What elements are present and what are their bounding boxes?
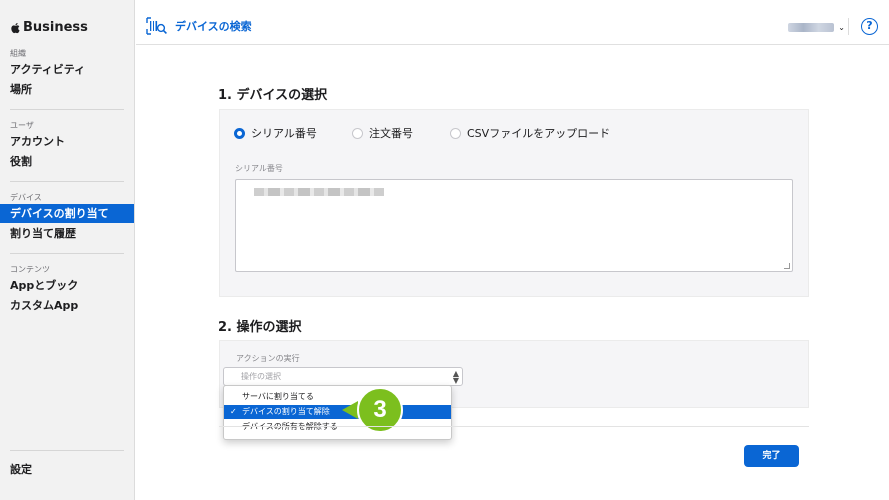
action-dropdown-menu: サーバに割り当てる ✓ デバイスの割り当て解除 デバイスの所有を解除する — [223, 385, 452, 440]
section-label-content: コンテンツ — [10, 265, 50, 274]
radio-csv-upload[interactable]: CSVファイルをアップロード — [450, 125, 610, 141]
sidebar-divider — [10, 253, 124, 254]
select-arrows-icon: ▲ ▼ — [452, 369, 459, 385]
barcode-search-icon — [146, 17, 167, 35]
device-search-link[interactable]: デバイスの検索 — [146, 17, 252, 35]
action-select[interactable]: 操作の選択 ▲ ▼ — [223, 367, 463, 386]
option-unassign-device[interactable]: ✓ デバイスの割り当て解除 — [224, 405, 451, 419]
select-placeholder: 操作の選択 — [241, 372, 281, 381]
sidebar-item-accounts[interactable]: アカウント — [0, 132, 134, 151]
app-brand[interactable]: Business — [10, 20, 88, 35]
serial-number-textarea[interactable] — [235, 179, 793, 272]
apple-logo-icon — [11, 22, 20, 33]
sidebar-item-locations[interactable]: 場所 — [0, 80, 134, 99]
sidebar: Business 組織 アクティビティ 場所 ユーザ アカウント 役割 デバイス… — [0, 0, 135, 500]
section-label-users: ユーザ — [10, 121, 34, 130]
section-label-devices: デバイス — [10, 193, 42, 202]
user-name-redacted — [788, 23, 835, 32]
section-label-org: 組織 — [10, 49, 26, 58]
serial-field-label: シリアル番号 — [235, 164, 283, 173]
option-assign-to-server[interactable]: サーバに割り当てる — [224, 390, 451, 404]
radio-label: 注文番号 — [369, 127, 413, 140]
radio-button-checked[interactable] — [234, 127, 245, 139]
user-menu[interactable]: ⌄ — [788, 23, 845, 32]
top-bar: デバイスの検索 ⌄ ? — [136, 0, 889, 45]
sidebar-item-assignment-history[interactable]: 割り当て履歴 — [0, 224, 134, 243]
sidebar-item-settings[interactable]: 設定 — [0, 460, 134, 479]
step-number: 3 — [373, 396, 387, 423]
chevron-down-icon: ⌄ — [838, 23, 845, 32]
sidebar-item-apps-books[interactable]: Appとブック — [0, 276, 134, 295]
radio-label: シリアル番号 — [251, 127, 317, 140]
sidebar-item-roles[interactable]: 役割 — [0, 152, 134, 171]
brand-name: Business — [23, 20, 88, 35]
option-release-ownership[interactable]: デバイスの所有を解除する — [224, 420, 451, 434]
footer-divider — [219, 426, 809, 427]
sidebar-divider — [10, 109, 124, 110]
radio-serial-number[interactable]: シリアル番号 — [234, 125, 317, 141]
step2-title: 2. 操作の選択 — [218, 320, 302, 335]
resize-grip-icon[interactable] — [784, 263, 790, 269]
done-button[interactable]: 完了 — [744, 445, 799, 467]
radio-label: CSVファイルをアップロード — [467, 127, 611, 140]
sidebar-divider — [10, 450, 124, 451]
radio-button[interactable] — [352, 127, 363, 139]
sidebar-item-device-assignment[interactable]: デバイスの割り当て — [0, 204, 134, 223]
topbar-divider — [848, 18, 849, 35]
sidebar-item-activity[interactable]: アクティビティ — [0, 60, 134, 79]
action-field-label: アクションの実行 — [236, 354, 300, 363]
radio-button[interactable] — [450, 127, 461, 139]
option-label: デバイスの割り当て解除 — [242, 407, 330, 416]
step1-title: 1. デバイスの選択 — [218, 88, 328, 103]
sidebar-item-custom-apps[interactable]: カスタムApp — [0, 296, 134, 315]
sidebar-divider — [10, 181, 124, 182]
radio-order-number[interactable]: 注文番号 — [352, 125, 413, 141]
checkmark-icon: ✓ — [230, 407, 237, 416]
serial-value-redacted — [254, 188, 384, 196]
help-button[interactable]: ? — [861, 18, 878, 35]
top-title-text: デバイスの検索 — [175, 20, 252, 33]
